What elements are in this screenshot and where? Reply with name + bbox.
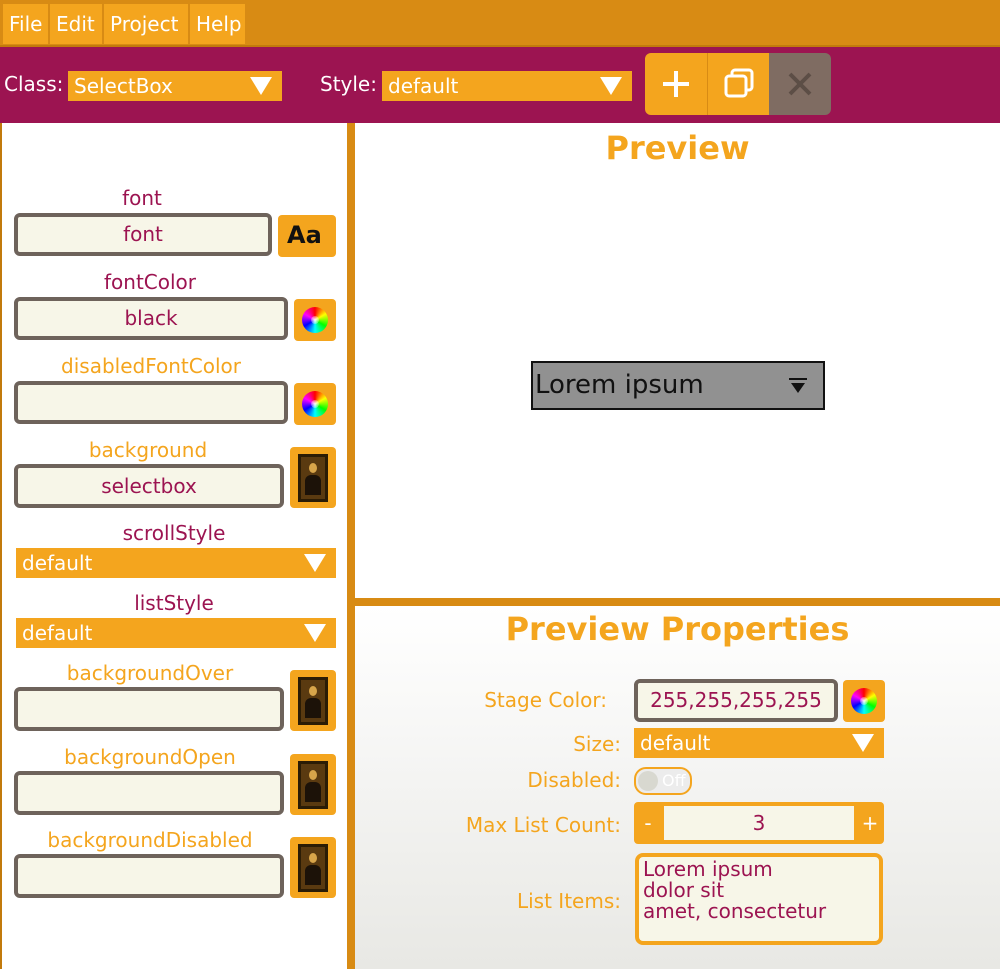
picture-icon — [298, 453, 328, 502]
backgroundopen-label: backgroundOpen — [64, 745, 236, 769]
disabled-label: Disabled: — [527, 768, 621, 792]
backgrounddisabled-field[interactable] — [14, 854, 284, 898]
toolbar: Class: SelectBox Style: default — [0, 47, 1000, 123]
class-label: Class: — [4, 72, 64, 96]
size-select-value: default — [640, 731, 711, 755]
picture-icon — [298, 843, 328, 892]
preview-panel: Preview Lorem ipsum — [355, 123, 1000, 598]
disabledfontcolor-picker-button[interactable] — [294, 383, 336, 425]
size-select[interactable]: default — [634, 728, 884, 758]
dropdown-arrow-icon — [789, 378, 807, 393]
increment-button[interactable]: + — [856, 802, 884, 844]
style-properties-panel: font font Aa fontColor black disabledFon… — [0, 123, 350, 969]
duplicate-style-button[interactable] — [707, 53, 769, 115]
stage-color-label: Stage Color: — [484, 688, 607, 712]
decrement-button[interactable]: - — [634, 802, 662, 844]
toggle-knob — [638, 771, 658, 791]
menu-project[interactable]: Project — [104, 4, 188, 44]
fontcolor-label: fontColor — [103, 270, 196, 294]
style-select[interactable]: default — [382, 71, 632, 101]
class-select[interactable]: SelectBox — [68, 71, 282, 101]
disabledfontcolor-label: disabledFontColor — [61, 354, 241, 378]
disabled-toggle[interactable]: Off — [634, 767, 692, 795]
scrollstyle-label: scrollStyle — [122, 521, 226, 545]
scrollstyle-select-value: default — [22, 551, 93, 575]
font-button[interactable]: Aa — [278, 215, 336, 257]
backgroundover-field[interactable] — [14, 687, 284, 731]
backgroundover-drawable-button[interactable] — [290, 670, 336, 731]
panel-divider-horizontal[interactable] — [355, 598, 1000, 606]
color-wheel-icon — [302, 391, 328, 417]
chevron-down-icon — [600, 77, 622, 95]
backgrounddisabled-label: backgroundDisabled — [47, 828, 253, 852]
preview-title: Preview — [605, 129, 750, 167]
list-items-label: List Items: — [516, 889, 621, 913]
preview-selectbox[interactable]: Lorem ipsum — [531, 361, 825, 410]
backgrounddisabled-drawable-button[interactable] — [290, 837, 336, 898]
fontcolor-field[interactable]: black — [14, 297, 288, 340]
class-select-value: SelectBox — [74, 74, 173, 98]
font-icon: Aa — [287, 221, 322, 249]
backgroundopen-field[interactable] — [14, 771, 284, 815]
panel-divider-vertical[interactable] — [347, 123, 355, 969]
backgroundopen-drawable-button[interactable] — [290, 754, 336, 815]
color-wheel-icon — [851, 688, 877, 714]
close-icon — [788, 72, 812, 96]
chevron-down-icon — [852, 734, 874, 752]
picture-icon — [298, 676, 328, 725]
list-item: Lorem ipsum — [643, 857, 773, 881]
chevron-down-icon — [250, 77, 272, 95]
list-item: dolor sit — [643, 878, 725, 902]
background-label: background — [88, 438, 208, 462]
preview-properties-panel: Preview Properties Stage Color: 255,255,… — [355, 606, 1000, 969]
scrollstyle-select[interactable]: default — [16, 548, 336, 578]
font-label: font — [122, 186, 162, 210]
fontcolor-picker-button[interactable] — [294, 299, 336, 341]
max-list-count-field[interactable]: 3 — [660, 802, 858, 844]
picture-icon — [298, 760, 328, 809]
preview-selectbox-text: Lorem ipsum — [535, 370, 704, 400]
liststyle-label: listStyle — [134, 591, 214, 615]
disabledfontcolor-field[interactable] — [14, 381, 288, 424]
chevron-down-icon — [304, 554, 326, 572]
max-list-count-stepper: - 3 + — [634, 802, 884, 844]
chevron-down-icon — [304, 624, 326, 642]
menu-help[interactable]: Help — [190, 4, 245, 44]
menu-file[interactable]: File — [3, 4, 48, 44]
plus-icon — [663, 71, 689, 97]
disabled-toggle-state: Off — [662, 771, 686, 790]
style-label: Style: — [320, 72, 377, 96]
background-field[interactable]: selectbox — [14, 464, 284, 508]
new-style-button[interactable] — [645, 53, 707, 115]
preview-properties-title: Preview Properties — [505, 610, 850, 648]
size-label: Size: — [573, 732, 621, 756]
menu-bar: File Edit Project Help — [0, 0, 1000, 47]
menu-edit[interactable]: Edit — [50, 4, 102, 44]
list-item: amet, consectetur — [643, 899, 827, 923]
font-field[interactable]: font — [14, 213, 272, 256]
color-wheel-icon — [302, 307, 328, 333]
background-drawable-button[interactable] — [290, 447, 336, 508]
backgroundover-label: backgroundOver — [66, 661, 234, 685]
stage-color-picker-button[interactable] — [843, 680, 885, 722]
liststyle-select[interactable]: default — [16, 618, 336, 648]
stage-color-field[interactable]: 255,255,255,255 — [634, 679, 838, 722]
list-items-textarea[interactable]: Lorem ipsum dolor sit amet, consectetur — [635, 853, 883, 945]
delete-style-button[interactable] — [769, 53, 831, 115]
liststyle-select-value: default — [22, 621, 93, 645]
style-select-value: default — [388, 74, 459, 98]
duplicate-icon — [724, 68, 754, 98]
max-list-count-label: Max List Count: — [465, 813, 621, 837]
